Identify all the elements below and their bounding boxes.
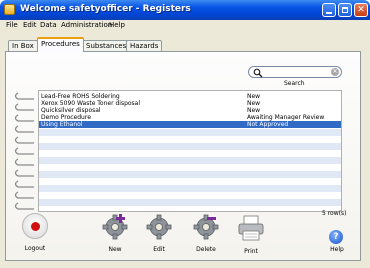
- maximize-icon: [342, 7, 348, 13]
- app-icon: [4, 4, 15, 15]
- printer-icon: [238, 215, 264, 241]
- procedure-name: Demo Procedure: [41, 114, 91, 121]
- empty-row: [39, 199, 341, 206]
- table-row-selected[interactable]: Using Ethanol Not Approved: [39, 121, 341, 128]
- empty-row: [39, 185, 341, 192]
- table-row[interactable]: Lead-Free ROHS Soldering New: [39, 93, 341, 100]
- search-label: Search: [284, 80, 305, 87]
- notebook-rings-icon: [14, 92, 34, 210]
- menu-administration[interactable]: Administration: [61, 21, 112, 29]
- procedure-status: Awaiting Manager Review: [247, 114, 325, 121]
- menu-file[interactable]: File: [6, 21, 18, 29]
- gear-remove-icon: [193, 214, 219, 240]
- new-button[interactable]: New: [101, 212, 129, 253]
- procedure-name: Quicksilver disposal: [41, 107, 101, 114]
- tab-procedures[interactable]: Procedures: [37, 37, 84, 52]
- logout-button[interactable]: [22, 213, 48, 239]
- procedure-name: Lead-Free ROHS Soldering: [41, 93, 120, 100]
- menu-help[interactable]: Help: [109, 21, 125, 29]
- close-button[interactable]: ✕: [354, 3, 368, 17]
- empty-row: [39, 157, 341, 164]
- table-row[interactable]: Quicksilver disposal New: [39, 107, 341, 114]
- edit-label: Edit: [153, 246, 165, 253]
- help-label: Help: [330, 246, 344, 253]
- app-window: Welcome safetyofficer - Registers ✕ File…: [0, 0, 370, 268]
- table-row[interactable]: Xerox 5090 Waste Toner disposal New: [39, 100, 341, 107]
- procedures-table: Lead-Free ROHS Soldering New Xerox 5090 …: [38, 90, 342, 212]
- menu-data[interactable]: Data: [40, 21, 57, 29]
- procedure-name: Xerox 5090 Waste Toner disposal: [41, 100, 141, 107]
- procedure-status: New: [247, 93, 261, 100]
- maximize-button[interactable]: [338, 3, 352, 17]
- help-button[interactable]: ?: [329, 230, 343, 244]
- search-input[interactable]: ✕: [248, 66, 342, 78]
- empty-row: [39, 171, 341, 178]
- delete-button[interactable]: Delete: [192, 212, 220, 253]
- procedure-status: Not Approved: [247, 121, 289, 128]
- menu-edit[interactable]: Edit: [23, 21, 37, 29]
- tab-in-box[interactable]: In Box: [8, 40, 38, 51]
- window-title: Welcome safetyofficer - Registers: [20, 4, 191, 14]
- print-label: Print: [244, 248, 258, 255]
- procedure-name: Using Ethanol: [41, 121, 83, 128]
- edit-button[interactable]: Edit: [145, 212, 173, 253]
- help-icon: ?: [333, 232, 339, 242]
- menu-bar: File Edit Data Administration Help: [0, 20, 370, 32]
- print-button[interactable]: Print: [237, 214, 264, 255]
- procedure-status: New: [247, 107, 261, 114]
- title-bar[interactable]: Welcome safetyofficer - Registers ✕: [0, 0, 370, 20]
- clear-search-button[interactable]: ✕: [331, 68, 339, 76]
- search-icon: [253, 68, 263, 78]
- empty-row: [39, 143, 341, 150]
- gear-add-icon: [102, 214, 128, 240]
- empty-row: [39, 129, 341, 136]
- tab-hazards[interactable]: Hazards: [126, 40, 163, 51]
- procedure-status: New: [247, 100, 261, 107]
- row-count: 5 row(s): [322, 210, 347, 217]
- logout-icon: [31, 222, 40, 231]
- logout-label: Logout: [24, 245, 46, 252]
- delete-label: Delete: [196, 246, 216, 253]
- minimize-icon: [326, 12, 332, 14]
- tab-substances[interactable]: Substances: [82, 40, 131, 51]
- gear-icon: [146, 214, 172, 240]
- new-label: New: [108, 246, 122, 253]
- minimize-button[interactable]: [322, 3, 336, 17]
- table-row[interactable]: Demo Procedure Awaiting Manager Review: [39, 114, 341, 121]
- close-icon: ✕: [357, 5, 365, 15]
